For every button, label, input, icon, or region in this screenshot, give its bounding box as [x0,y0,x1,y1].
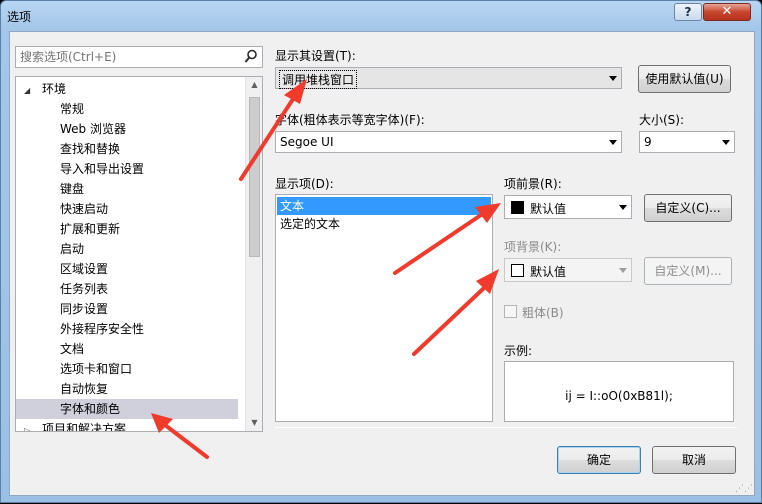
list-item-text[interactable]: 文本 [277,197,491,215]
tree-item-label: 外接程序安全性 [60,322,145,336]
tree-node-projects[interactable]: ▷ 项目和解决方案 [24,419,126,432]
background-dropdown[interactable]: 默认值 [504,258,632,282]
tree-item-label: 扩展和更新 [60,222,121,236]
scroll-up-arrow-icon[interactable]: ▲ [246,77,262,93]
search-box[interactable] [15,46,263,68]
size-label: 大小(S): [639,113,685,127]
foreground-custom-button[interactable]: 自定义(C)... [644,194,732,222]
tree-item[interactable]: 选项卡和窗口 [60,359,132,379]
tree-item-label: 同步设置 [60,302,109,316]
tree-item[interactable]: 区域设置 [60,259,108,279]
background-value: 默认值 [530,265,567,279]
foreground-color-swatch [511,201,524,214]
font-dropdown[interactable]: Segoe UI [275,131,622,153]
list-item-selected-text[interactable]: 选定的文本 [277,215,340,233]
collapsed-triangle-icon[interactable]: ▷ [24,426,30,431]
tree-item[interactable]: 自动恢复 [60,379,108,399]
tree-item-label: 自动恢复 [60,382,109,396]
tree-item-label: Web 浏览器 [60,122,126,136]
tree-item[interactable]: 同步设置 [60,299,108,319]
tree-item-label: 快速启动 [60,202,109,216]
bold-checkbox[interactable] [504,305,517,318]
options-tree[interactable]: ◢ 环境 常规 Web 浏览器 查找和替换 导入和导出设置 键盘 快速启动 扩展… [15,76,263,432]
search-icon[interactable] [244,49,258,67]
resize-grip-icon[interactable]: ⋰⋰ [735,485,753,494]
tree-item-label: 区域设置 [60,262,109,276]
show-settings-label: 显示其设置(T): [275,49,356,63]
tree-item[interactable]: 查找和替换 [60,139,120,159]
display-items-label: 显示项(D): [275,177,334,191]
tree-item-fonts-and-colors[interactable]: 字体和颜色 [16,399,238,419]
footer-divider [275,427,737,428]
show-settings-dropdown[interactable]: 调用堆栈窗口 [275,67,622,89]
bold-label: 粗体(B) [522,306,564,320]
sample-preview: ij = I::oO(0xB81l); [504,361,734,422]
tree-item[interactable]: 快速启动 [60,199,108,219]
use-defaults-button[interactable]: 使用默认值(U) [638,65,731,93]
tree-node-label: 环境 [41,82,66,96]
cancel-button[interactable]: 取消 [652,446,736,474]
tree-item[interactable]: 常规 [60,99,84,119]
tree-item[interactable]: 外接程序安全性 [60,319,144,339]
chevron-down-icon[interactable] [609,140,617,145]
background-label: 项背景(K): [504,240,562,254]
display-items-list[interactable]: 文本 选定的文本 [275,194,493,422]
tree-item[interactable]: 任务列表 [60,279,108,299]
tree-item[interactable]: 键盘 [60,179,84,199]
scroll-down-arrow-icon[interactable]: ▼ [246,415,262,431]
tree-item-label: 选项卡和窗口 [60,362,133,376]
tree-item[interactable]: 扩展和更新 [60,219,120,239]
background-custom-button[interactable]: 自定义(M)... [644,257,732,285]
expanded-triangle-icon[interactable]: ◢ [24,86,30,95]
foreground-label: 项前景(R): [504,177,562,191]
options-dialog: 选项 ? ✕ ◢ 环境 常规 Web 浏览器 查找和替换 导入和导出设置 键盘 [0,0,762,503]
scroll-thumb[interactable] [249,97,260,257]
search-input[interactable] [16,47,236,67]
sample-label: 示例: [504,344,533,358]
foreground-value: 默认值 [530,202,567,216]
tree-item-label: 文档 [60,342,85,356]
tree-item-label: 键盘 [60,182,85,196]
tree-item[interactable]: 导入和导出设置 [60,159,144,179]
tree-item[interactable]: Web 浏览器 [60,119,126,139]
tree-item-label: 字体和颜色 [60,402,121,416]
size-dropdown[interactable]: 9 [639,131,735,153]
ok-button[interactable]: 确定 [557,446,641,474]
close-button[interactable]: ✕ [703,3,751,21]
show-settings-value: 调用堆栈窗口 [278,70,358,89]
foreground-dropdown[interactable]: 默认值 [504,195,632,219]
chevron-down-icon[interactable] [619,268,627,273]
font-value: Segoe UI [280,135,334,149]
sample-text: ij = I::oO(0xB81l); [565,389,673,403]
tree-item-label: 任务列表 [60,282,109,296]
chevron-down-icon[interactable] [722,140,730,145]
tree-item-label: 常规 [60,102,85,116]
tree-item[interactable]: 文档 [60,339,84,359]
background-color-swatch [511,264,524,277]
chevron-down-icon[interactable] [619,205,627,210]
tree-node-label: 项目和解决方案 [41,422,126,432]
tree-item-label: 启动 [60,242,85,256]
chevron-down-icon[interactable] [609,76,617,81]
tree-scrollbar[interactable]: ▲ ▼ [245,77,262,431]
tree-item-label: 查找和替换 [60,142,121,156]
dialog-client-area: ◢ 环境 常规 Web 浏览器 查找和替换 导入和导出设置 键盘 快速启动 扩展… [9,31,755,496]
font-label: 字体(粗体表示等宽字体)(F): [275,113,425,127]
tree-node-environment[interactable]: ◢ 环境 [24,79,66,99]
tree-item[interactable]: 启动 [60,239,84,259]
size-value: 9 [644,135,652,149]
window-title: 选项 [7,10,32,24]
help-button[interactable]: ? [674,3,702,21]
tree-item-label: 导入和导出设置 [60,162,145,176]
